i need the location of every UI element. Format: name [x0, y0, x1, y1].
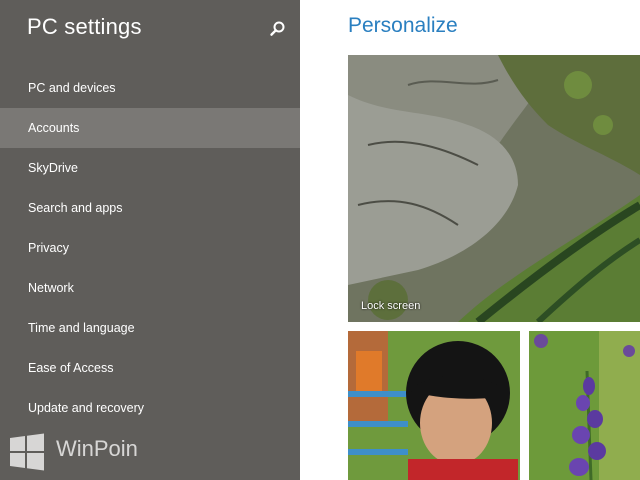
settings-nav: PC and devices Accounts SkyDrive Search …: [0, 68, 300, 428]
settings-sidebar: PC settings PC and devices Accounts SkyD…: [0, 0, 300, 480]
nav-item-accounts[interactable]: Accounts: [0, 108, 300, 148]
windows-logo-icon: [10, 433, 44, 471]
app-title: PC settings: [27, 14, 142, 39]
nav-item-ease-of-access[interactable]: Ease of Access: [0, 348, 300, 388]
nav-item-privacy[interactable]: Privacy: [0, 228, 300, 268]
nav-item-update-and-recovery[interactable]: Update and recovery: [0, 388, 300, 428]
nav-item-pc-and-devices[interactable]: PC and devices: [0, 68, 300, 108]
search-button[interactable]: [265, 16, 291, 42]
nav-item-network[interactable]: Network: [0, 268, 300, 308]
nav-item-time-and-language[interactable]: Time and language: [0, 308, 300, 348]
main-content: Personalize Lock screen: [300, 0, 640, 480]
portrait-photo: [348, 331, 520, 480]
watermark: WinPoin: [8, 432, 168, 472]
lock-screen-thumbnail-2[interactable]: [529, 331, 640, 480]
nav-item-skydrive[interactable]: SkyDrive: [0, 148, 300, 188]
nav-item-search-and-apps[interactable]: Search and apps: [0, 188, 300, 228]
page-title: Personalize: [348, 14, 458, 37]
search-icon: [270, 21, 285, 36]
lock-screen-label: Lock screen: [361, 300, 421, 312]
lock-screen-image: [348, 55, 640, 322]
lock-screen-tile[interactable]: Lock screen: [348, 55, 640, 322]
lock-screen-thumbnail-1[interactable]: [348, 331, 520, 480]
flower-photo: [529, 331, 640, 480]
watermark-text: WinPoin: [56, 436, 138, 461]
